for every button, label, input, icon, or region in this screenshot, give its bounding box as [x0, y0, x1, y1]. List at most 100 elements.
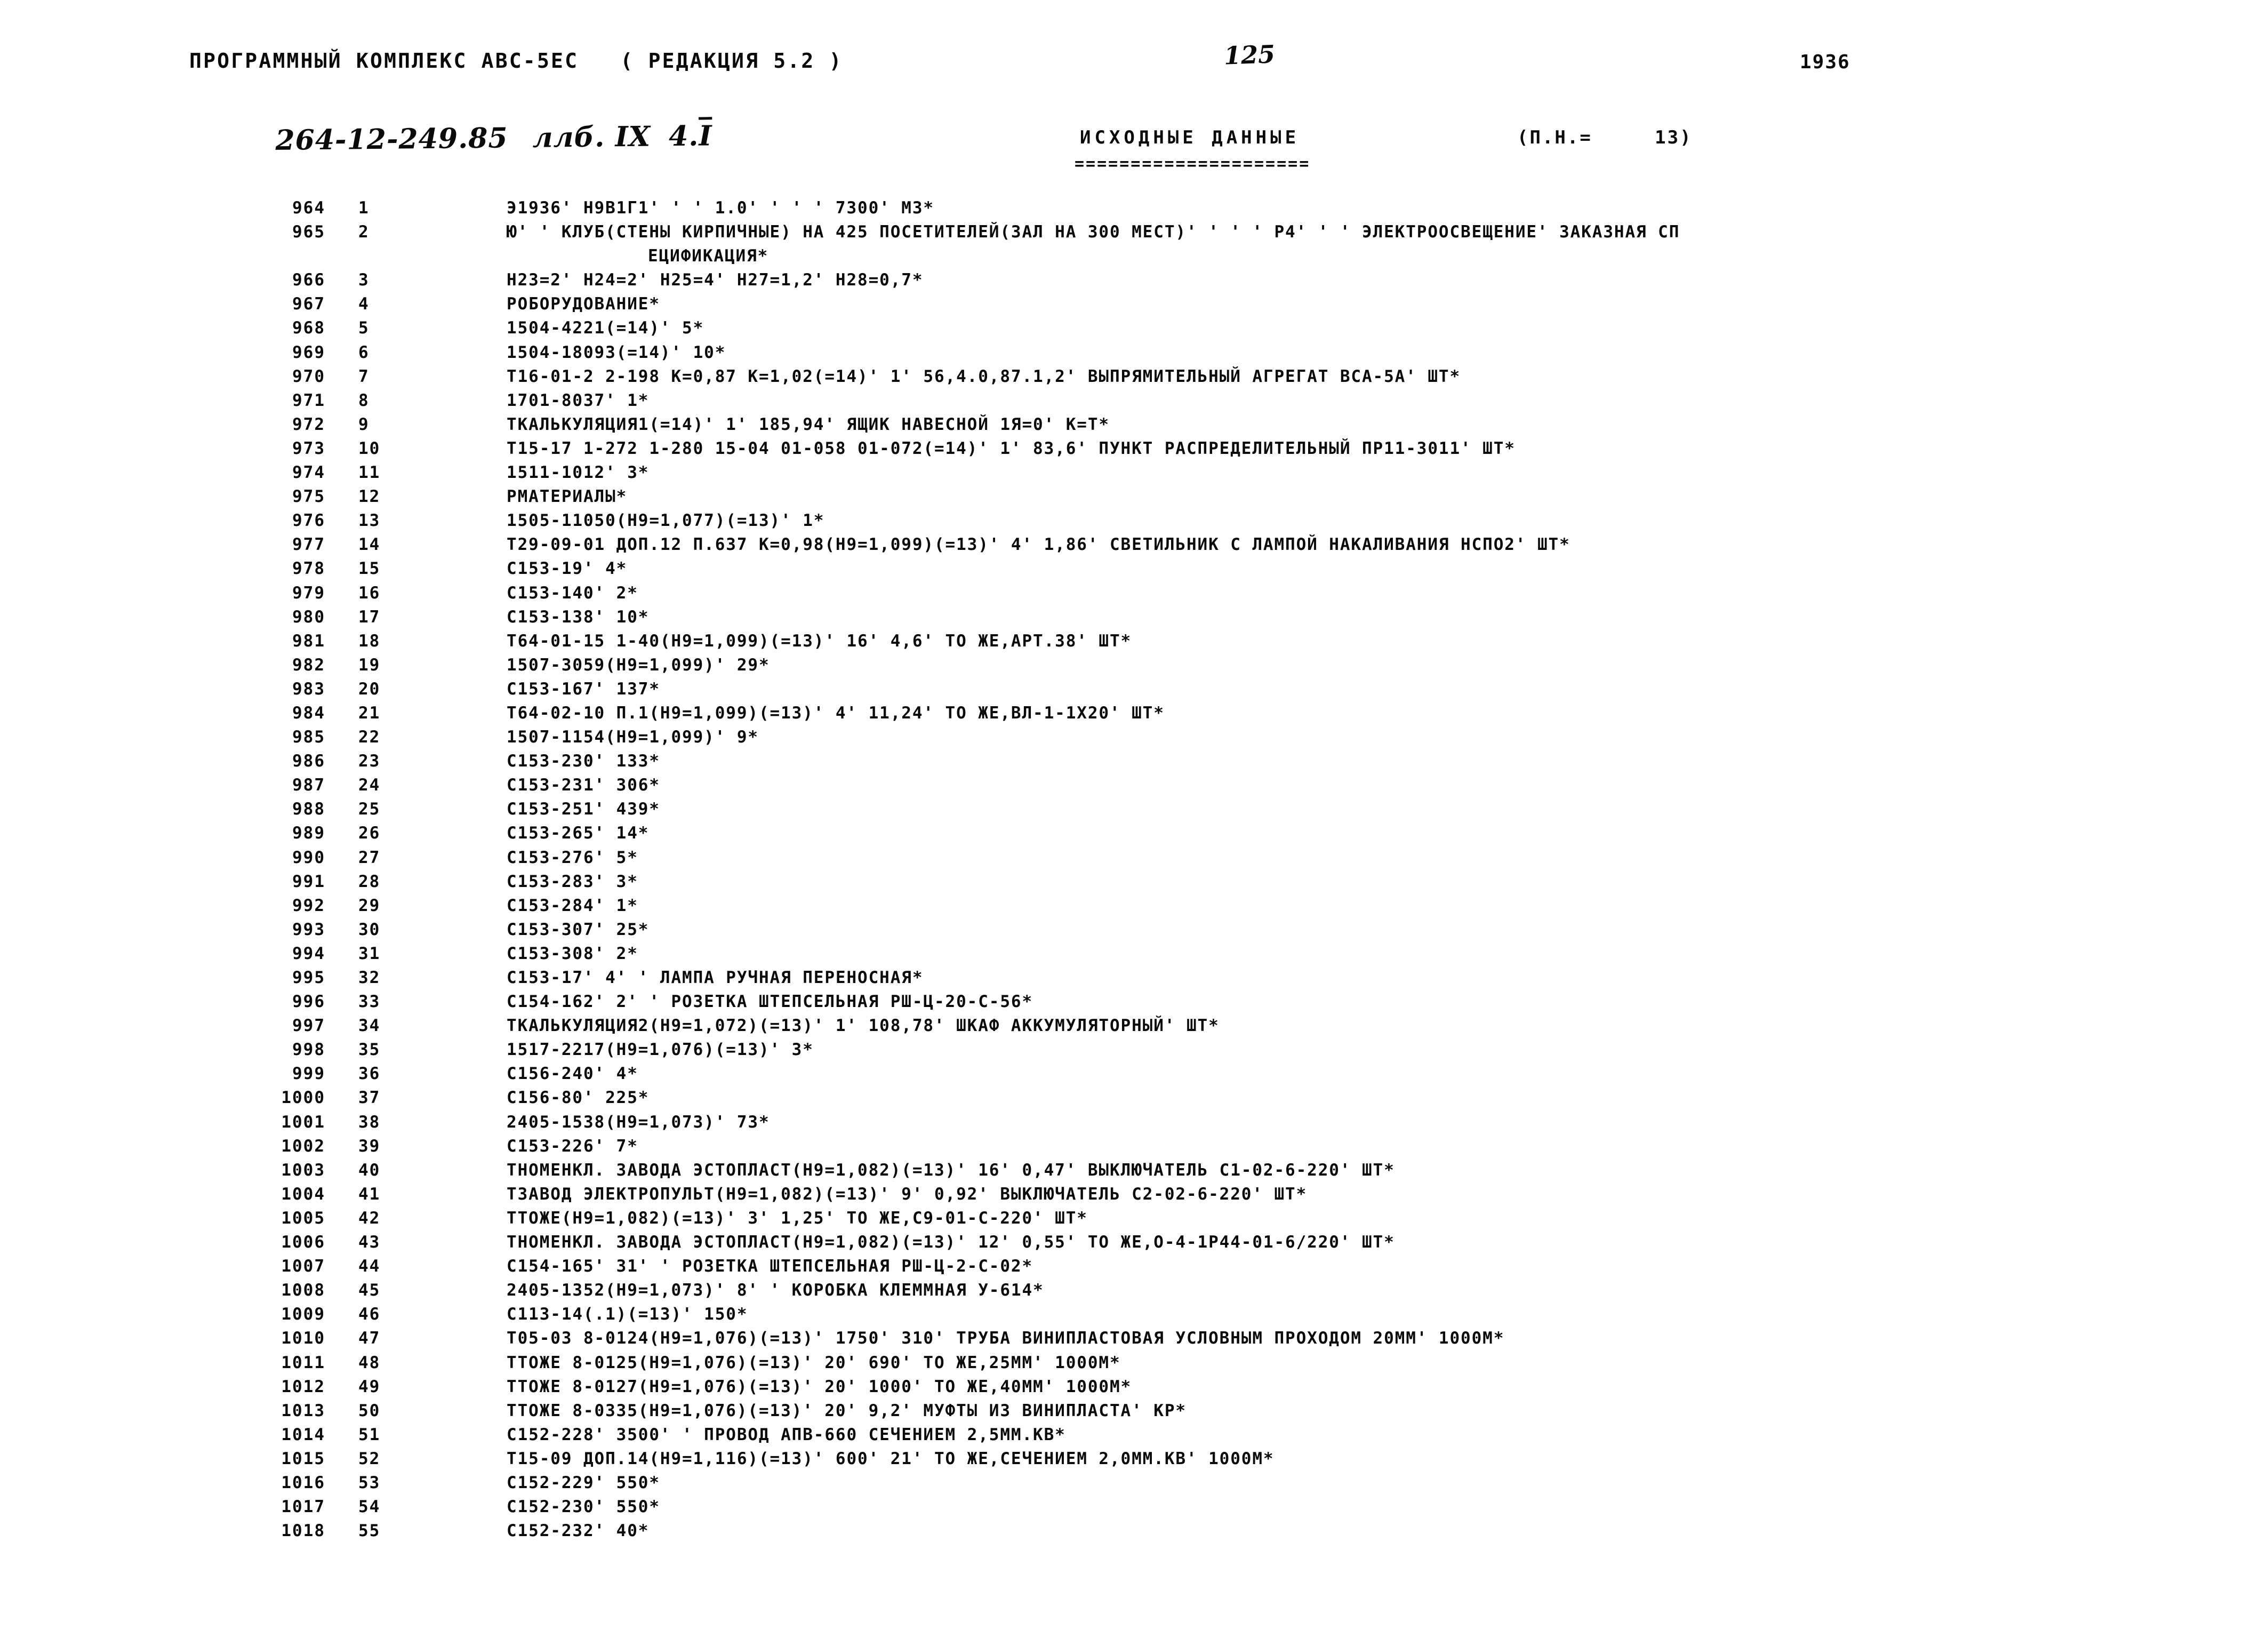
- row-record-text: Т29-09-01 ДОП.12 П.637 К=0,98(Н9=1,099)(…: [507, 535, 1570, 555]
- row-sequence-number: 992: [292, 896, 325, 915]
- row-record-text: ТТОЖЕ 8-0125(Н9=1,076)(=13)' 20' 690' ТО…: [507, 1353, 1121, 1372]
- row-sequence-number: 1003: [281, 1160, 325, 1180]
- table-row: 994 31 С153-308' 2*: [0, 944, 2268, 968]
- row-index-number: 31: [358, 944, 381, 963]
- row-index-number: 22: [358, 728, 381, 747]
- row-sequence-number: 1012: [281, 1377, 325, 1396]
- row-record-text: Т64-01-15 1-40(Н9=1,099)(=13)' 16' 4,6' …: [507, 631, 1132, 651]
- row-index-number: 34: [358, 1016, 381, 1036]
- row-sequence-number: 988: [292, 800, 325, 819]
- table-row: 972 9 ТКАЛЬКУЛЯЦИЯ1(=14)' 1' 185,94' ЯЩИК …: [0, 415, 2268, 439]
- row-sequence-number: 1007: [281, 1257, 325, 1276]
- row-index-number: 43: [358, 1233, 381, 1252]
- row-record-text: Н23=2' Н24=2' Н25=4' Н27=1,2' Н28=0,7*: [507, 270, 924, 290]
- row-record-text: С154-162' 2' ' РОЗЕТКА ШТЕПСЕЛЬНАЯ РШ-Ц-…: [507, 992, 1033, 1012]
- document-volume: ллб. IX: [532, 120, 651, 154]
- table-row: 966 3 Н23=2' Н24=2' Н25=4' Н27=1,2' Н28=0,…: [0, 270, 2268, 294]
- row-sequence-number: 964: [292, 198, 325, 218]
- row-sequence-number: 1004: [281, 1184, 325, 1204]
- row-sequence-number: 1006: [281, 1233, 325, 1252]
- row-sequence-number: 1017: [281, 1497, 325, 1517]
- row-record-text: ТТОЖЕ(Н9=1,082)(=13)' 3' 1,25' ТО ЖЕ,С9-…: [507, 1208, 1088, 1228]
- row-sequence-number: 1011: [281, 1353, 325, 1372]
- row-index-number: 50: [358, 1401, 381, 1420]
- row-sequence-number: 967: [292, 294, 325, 314]
- row-record-text: РОБОРУДОВАНИЕ*: [507, 294, 660, 314]
- table-row: 995 32 С153-17' 4' ' ЛАМПА РУЧНАЯ ПЕРЕНОСН…: [0, 968, 2268, 992]
- row-sequence-number: 981: [292, 631, 325, 651]
- table-row: 973 10 Т15-17 1-272 1-280 15-04 01-058 01-…: [0, 439, 2268, 463]
- row-index-number: 27: [358, 848, 381, 867]
- table-row: 986 23 С153-230' 133*: [0, 752, 2268, 776]
- row-record-text: С156-80' 225*: [507, 1088, 650, 1108]
- table-row: 977 14 Т29-09-01 ДОП.12 П.637 К=0,98(Н9=1,…: [0, 535, 2268, 559]
- row-record-text: 1517-2217(Н9=1,076)(=13)' 3*: [507, 1040, 814, 1060]
- row-index-number: 49: [358, 1377, 381, 1396]
- row-index-number: 35: [358, 1040, 381, 1060]
- row-record-text: ТНОМЕНКЛ. ЗАВОДА ЭСТОПЛАСТ(Н9=1,082)(=13…: [507, 1160, 1395, 1180]
- row-record-text: С152-229' 550*: [507, 1473, 660, 1492]
- row-index-number: 33: [358, 992, 381, 1012]
- table-row: 968 5 1504-4221(=14)' 5*: [0, 318, 2268, 342]
- row-sequence-number: 999: [292, 1064, 325, 1084]
- row-index-number: 13: [358, 511, 381, 531]
- table-row: 975 12 РМАТЕРИАЛЫ*: [0, 487, 2268, 511]
- row-index-number: 16: [358, 583, 381, 603]
- table-row: 992 29 С153-284' 1*: [0, 896, 2268, 920]
- page-number: 125: [1223, 39, 1276, 70]
- table-row: ЕЦИФИКАЦИЯ*: [0, 246, 2268, 270]
- row-record-text: 1507-1154(Н9=1,099)' 9*: [507, 728, 759, 747]
- table-row: 964 1 Э1936' Н9В1Г1' ' ' 1.0' ' ' ' 7300' …: [0, 198, 2268, 222]
- row-record-text: 2405-1352(Н9=1,073)' 8' ' КОРОБКА КЛЕММН…: [507, 1281, 1044, 1300]
- row-index-number: 20: [358, 679, 381, 699]
- row-sequence-number: 970: [292, 366, 325, 386]
- table-row: 982 19 1507-3059(Н9=1,099)' 29*: [0, 656, 2268, 680]
- document-page: ПРОГРАММНЫЙ КОМПЛЕКС АВС-5ЕС ( РЕДАКЦИЯ …: [0, 0, 2268, 1638]
- row-record-text: РМАТЕРИАЛЫ*: [507, 487, 628, 507]
- row-index-number: 9: [358, 414, 370, 434]
- row-record-text: ТТОЖЕ 8-0127(Н9=1,076)(=13)' 20' 1000' Т…: [507, 1377, 1132, 1396]
- row-sequence-number: 977: [292, 535, 325, 555]
- table-row: 1014 51 С152-228' 3500' ' ПРОВОД АПВ-660 С…: [0, 1425, 2268, 1449]
- row-record-text: 1504-18093(=14)' 10*: [507, 342, 726, 362]
- row-record-text: ЕЦИФИКАЦИЯ*: [648, 246, 769, 266]
- row-index-number: 24: [358, 776, 381, 795]
- row-index-number: 12: [358, 487, 381, 507]
- row-sequence-number: 982: [292, 655, 325, 675]
- table-row: 989 26 С153-265' 14*: [0, 824, 2268, 848]
- row-record-text: 2405-1538(Н9=1,073)' 73*: [507, 1112, 770, 1132]
- row-index-number: 14: [358, 535, 381, 555]
- row-record-text: 1507-3059(Н9=1,099)' 29*: [507, 655, 770, 675]
- row-index-number: 23: [358, 752, 381, 771]
- row-sequence-number: 973: [292, 438, 325, 458]
- row-record-text: С153-167' 137*: [507, 679, 660, 699]
- row-index-number: 41: [358, 1184, 381, 1204]
- row-sequence-number: 1016: [281, 1473, 325, 1492]
- row-index-number: 40: [358, 1160, 381, 1180]
- document-code-number: 264-12-249.85: [275, 122, 508, 157]
- table-row: 1006 43 ТНОМЕНКЛ. ЗАВОДА ЭСТОПЛАСТ(Н9=1,08…: [0, 1233, 2268, 1257]
- table-row: 965 2 Ю' ' КЛУБ(СТЕНЫ КИРПИЧНЫЕ) НА 425 ПО…: [0, 222, 2268, 246]
- row-sequence-number: 1010: [281, 1329, 325, 1348]
- row-sequence-number: 987: [292, 776, 325, 795]
- row-record-text: ТНОМЕНКЛ. ЗАВОДА ЭСТОПЛАСТ(Н9=1,082)(=13…: [507, 1233, 1395, 1252]
- table-row: 1009 46 С113-14(.1)(=13)' 150*: [0, 1305, 2268, 1329]
- row-index-number: 54: [358, 1497, 381, 1517]
- row-sequence-number: 1002: [281, 1136, 325, 1156]
- row-record-text: ТТОЖЕ 8-0335(Н9=1,076)(=13)' 20' 9,2' МУ…: [507, 1401, 1187, 1420]
- row-sequence-number: 969: [292, 342, 325, 362]
- row-sequence-number: 997: [292, 1016, 325, 1036]
- row-record-text: Т64-02-10 П.1(Н9=1,099)(=13)' 4' 11,24' …: [507, 703, 1165, 723]
- row-sequence-number: 986: [292, 752, 325, 771]
- row-index-number: 10: [358, 438, 381, 458]
- row-index-number: 36: [358, 1064, 381, 1084]
- table-row: 991 28 С153-283' 3*: [0, 872, 2268, 896]
- table-row: 1003 40 ТНОМЕНКЛ. ЗАВОДА ЭСТОПЛАСТ(Н9=1,08…: [0, 1161, 2268, 1185]
- row-index-number: 29: [358, 896, 381, 915]
- row-record-text: С154-165' 31' ' РОЗЕТКА ШТЕПСЕЛЬНАЯ РШ-Ц…: [507, 1257, 1033, 1276]
- row-index-number: 5: [358, 318, 370, 338]
- row-index-number: 55: [358, 1521, 381, 1541]
- table-row: 1016 53 С152-229' 550*: [0, 1473, 2268, 1497]
- row-index-number: 46: [358, 1305, 381, 1324]
- row-record-text: С113-14(.1)(=13)' 150*: [507, 1305, 748, 1324]
